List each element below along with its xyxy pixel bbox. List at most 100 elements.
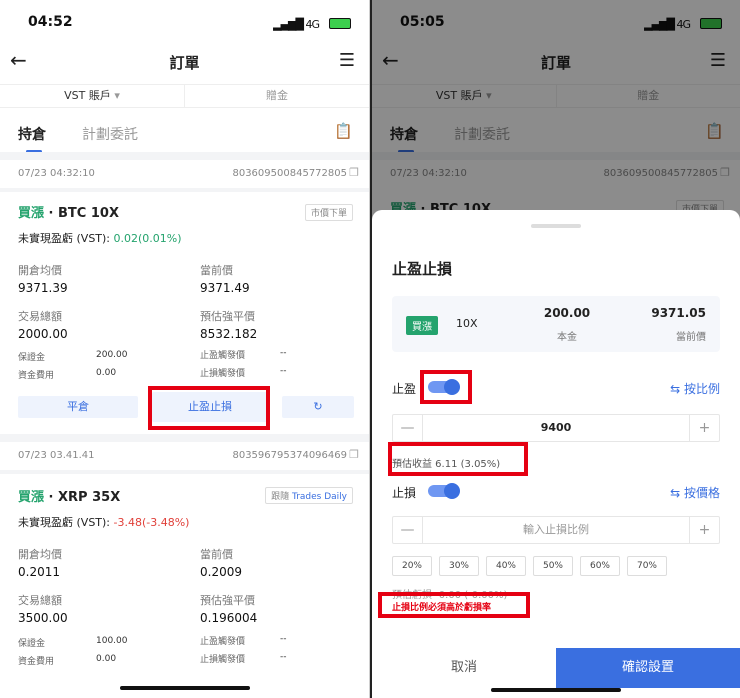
- pnl-value: 0.02(0.01%): [113, 232, 182, 245]
- account-tab-bonus[interactable]: 贈金: [184, 85, 369, 107]
- position-meta: 07/23 03.41.41 803596795374096469 ❐: [0, 442, 369, 468]
- highlight-box: [148, 386, 270, 430]
- signal-icon: ▂▄▆█ 4G: [273, 18, 320, 31]
- divider: [0, 152, 369, 160]
- sheet-grab-handle[interactable]: [531, 224, 581, 228]
- copy-icon[interactable]: ❐: [349, 448, 359, 461]
- swap-icon: ⇆: [670, 486, 681, 500]
- percent-chip[interactable]: 30%: [439, 556, 479, 576]
- status-bar: 04:52 ▂▄▆█ 4G: [0, 0, 369, 44]
- percent-chip[interactable]: 60%: [580, 556, 620, 576]
- open-avg-value: 0.2011: [18, 565, 60, 579]
- percent-chip[interactable]: 20%: [392, 556, 432, 576]
- tab-positions[interactable]: 持倉: [18, 124, 46, 144]
- home-indicator: [491, 688, 621, 692]
- percent-chip[interactable]: 70%: [627, 556, 667, 576]
- current-price-label: 當前價: [676, 332, 706, 343]
- left-phone-screen: 04:52 ▂▄▆█ 4G ← 訂單 ☰ VST 賬戶 ▾ 贈金 持倉 計劃委託…: [0, 0, 370, 698]
- current-price-label: 當前價: [200, 548, 233, 561]
- fee-value: 0.00: [96, 368, 117, 378]
- confirm-button[interactable]: 確認設置: [556, 648, 740, 688]
- current-price-label: 當前價: [200, 264, 233, 277]
- sl-mode-switch[interactable]: ⇆ 按價格: [670, 484, 720, 501]
- reverse-position-button[interactable]: ↻: [282, 396, 354, 418]
- tp-mode-label: 按比例: [683, 382, 720, 396]
- position-side: 買漲: [18, 490, 45, 505]
- tp-label: 止盈: [392, 382, 417, 396]
- screenshot-root: 04:52 ▂▄▆█ 4G ← 訂單 ☰ VST 賬戶 ▾ 贈金 持倉 計劃委託…: [0, 0, 740, 698]
- position-title: 買漲 · BTC 10X: [18, 202, 119, 221]
- open-avg-label: 開倉均價: [18, 548, 62, 561]
- principal-label: 本金: [557, 332, 577, 343]
- chevron-down-icon: ▾: [114, 89, 120, 102]
- percent-chip[interactable]: 50%: [533, 556, 573, 576]
- unrealized-pnl: 未實現盈虧 (VST): -3.48(-3.48%): [18, 514, 189, 530]
- position-symbol: · XRP 35X: [48, 490, 121, 505]
- principal-value: 200.00: [543, 306, 591, 320]
- pnl-value: -3.48(-3.48%): [113, 516, 190, 529]
- copy-icon[interactable]: ❐: [349, 166, 359, 179]
- increment-button[interactable]: +: [689, 415, 719, 441]
- position-order-id: 803596795374096469: [232, 450, 347, 461]
- fee-label: 資金費用: [18, 657, 55, 667]
- sl-ratio-stepper: — 輸入止損比例 +: [392, 516, 720, 544]
- current-price-value: 9371.05: [651, 306, 706, 320]
- clipboard-icon[interactable]: 📋: [334, 122, 353, 140]
- toggle-knob: [444, 483, 460, 499]
- page-title: 訂單: [169, 54, 200, 72]
- close-position-button[interactable]: 平倉: [18, 396, 138, 418]
- battery-icon: [329, 18, 351, 29]
- tp-price-input[interactable]: 9400: [423, 415, 689, 441]
- tab-planned-orders[interactable]: 計劃委託: [82, 124, 138, 144]
- status-time: 04:52: [28, 14, 73, 30]
- liq-price-label: 預估強平價: [200, 310, 255, 323]
- tp-price-stepper: — 9400 +: [392, 414, 720, 442]
- divider: [0, 188, 369, 192]
- sl-toggle[interactable]: [428, 483, 460, 499]
- current-price-value: 9371.49: [200, 281, 250, 295]
- pnl-label: 未實現盈虧 (VST):: [18, 232, 111, 245]
- open-avg-label: 開倉均價: [18, 264, 62, 277]
- reverse-icon: ↻: [313, 400, 323, 413]
- menu-icon[interactable]: ☰: [339, 50, 355, 71]
- follow-tag[interactable]: 跟隨 Trades Daily: [265, 487, 353, 504]
- highlight-box: [388, 442, 528, 476]
- margin-label: 保證金: [18, 639, 46, 649]
- tab-bar: 持倉 計劃委託 📋: [0, 118, 369, 154]
- margin-label: 保證金: [18, 353, 46, 363]
- cancel-button[interactable]: 取消: [372, 648, 556, 688]
- network-label: 4G: [305, 18, 319, 31]
- total-label: 交易總額: [18, 594, 62, 607]
- sl-trigger-value: --: [280, 366, 287, 376]
- position-title: 買漲 · XRP 35X: [18, 486, 120, 505]
- divider: [0, 470, 369, 474]
- fee-label: 資金費用: [18, 371, 55, 381]
- position-symbol: · BTC 10X: [48, 206, 119, 221]
- decrement-button[interactable]: —: [393, 415, 423, 441]
- pnl-label: 未實現盈虧 (VST):: [18, 516, 111, 529]
- fee-value: 0.00: [96, 654, 117, 664]
- follow-tag-prefix: 跟隨: [271, 492, 290, 502]
- sl-trigger-value: --: [280, 652, 287, 662]
- unrealized-pnl: 未實現盈虧 (VST): 0.02(0.01%): [18, 230, 182, 246]
- sl-ratio-input[interactable]: 輸入止損比例: [423, 517, 689, 543]
- right-phone-screen: 05:05 ▂▄▆█ 4G ← 訂單 ☰ VST 賬戶 ▾ 贈金 持倉 計劃委託…: [370, 0, 740, 698]
- total-value: 3500.00: [18, 611, 68, 625]
- liq-price-label: 預估強平價: [200, 594, 255, 607]
- account-switch: VST 賬戶 ▾ 贈金: [0, 84, 369, 108]
- sl-trigger-label: 止損觸發價: [200, 655, 246, 665]
- sl-trigger-label: 止損觸發價: [200, 369, 246, 379]
- tp-trigger-label: 止盈觸發價: [200, 637, 246, 647]
- order-type-tag: 市價下單: [304, 204, 353, 221]
- decrement-button[interactable]: —: [393, 517, 423, 543]
- liq-price-value: 0.196004: [200, 611, 258, 625]
- tp-mode-switch[interactable]: ⇆ 按比例: [670, 380, 720, 397]
- account-tab-vst[interactable]: VST 賬戶 ▾: [0, 85, 184, 107]
- margin-value: 100.00: [96, 636, 128, 646]
- increment-button[interactable]: +: [689, 517, 719, 543]
- position-meta: 07/23 04:32:10 803609500845772805 ❐: [0, 160, 369, 186]
- account-tab-vst-label: VST 賬戶: [64, 89, 111, 102]
- position-order-id: 803609500845772805: [232, 168, 347, 179]
- percent-chip[interactable]: 40%: [486, 556, 526, 576]
- margin-value: 200.00: [96, 350, 128, 360]
